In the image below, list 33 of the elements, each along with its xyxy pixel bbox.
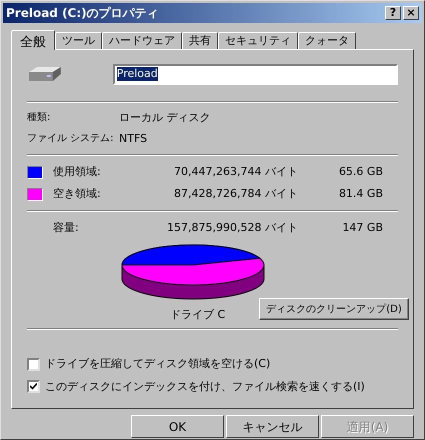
- drive-label: ドライブ C: [170, 307, 226, 323]
- checkmark-icon: [30, 383, 37, 390]
- drive-icon: [27, 66, 63, 82]
- info-value: ローカル ディスク: [119, 110, 210, 126]
- checkbox-label: このディスクにインデックスを付け、ファイル検索を速くする(I): [45, 378, 365, 394]
- space-label: 使用領域:: [53, 164, 102, 180]
- dialog-button[interactable]: キャンセル: [226, 415, 319, 438]
- size-value: 81.4 GB: [338, 186, 383, 202]
- space-label: 容量:: [53, 220, 80, 236]
- disk-cleanup-button[interactable]: ディスクのクリーンアップ(D): [259, 298, 409, 320]
- dialog-button[interactable]: OK: [131, 415, 224, 438]
- tab[interactable]: 全般: [11, 30, 55, 50]
- size-value: 147 GB: [341, 220, 383, 236]
- space-label: 空き領域:: [53, 186, 102, 202]
- byte-count: 157,875,990,528 バイト: [166, 220, 298, 236]
- tab[interactable]: セキュリティ: [218, 32, 298, 49]
- byte-count: 87,428,726,784 バイト: [173, 186, 298, 202]
- info-label: ファイル システム:: [27, 132, 115, 146]
- window-title: Preload (C:)のプロパティ: [6, 5, 159, 22]
- name-field[interactable]: Preload: [112, 64, 398, 84]
- close-button[interactable]: ×: [403, 6, 419, 20]
- size-value: 65.6 GB: [338, 164, 383, 180]
- tab[interactable]: クォータ: [298, 32, 356, 49]
- byte-count: 70,447,263,744 バイト: [173, 164, 298, 180]
- tab[interactable]: 共有: [182, 32, 218, 49]
- tab[interactable]: ツール: [55, 32, 102, 49]
- tab[interactable]: ハードウェア: [102, 32, 182, 49]
- checkbox[interactable]: [27, 358, 40, 371]
- info-label: 種類:: [27, 110, 52, 125]
- checkbox-label: ドライブを圧縮してディスク領域を空ける(C): [45, 356, 270, 372]
- info-value: NTFS: [119, 130, 148, 146]
- help-button[interactable]: ?: [385, 6, 401, 20]
- checkbox[interactable]: [27, 380, 40, 394]
